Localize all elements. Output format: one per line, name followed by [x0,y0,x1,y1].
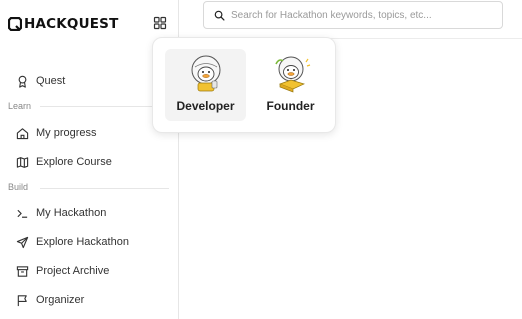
role-label: Developer [176,99,235,113]
role-option-founder[interactable]: Founder [250,49,331,121]
sidebar-item-organizer[interactable]: Organizer [16,289,84,311]
founder-duck-illustration [275,56,311,93]
home-icon [16,127,29,139]
flag-icon [17,294,27,306]
section-divider [40,188,169,189]
developer-duck-illustration [191,55,221,92]
sidebar-item-quest[interactable]: Quest [16,70,65,92]
sidebar-item-my-hackathon[interactable]: My Hackathon [16,202,106,224]
app-switcher-grid-icon[interactable] [153,16,167,30]
hackquest-logo-icon [8,17,22,31]
section-label-learn: Learn [8,101,32,111]
sidebar-item-label: Project Archive [36,265,110,277]
award-icon [18,75,27,88]
section-divider [40,106,169,107]
sidebar-item-my-progress[interactable]: My progress [16,122,97,144]
sidebar-item-label: Explore Hackathon [36,236,129,248]
role-label: Founder [266,99,315,113]
sidebar-item-project-archive[interactable]: Project Archive [16,260,109,282]
search-bar[interactable] [203,1,503,29]
sidebar-item-explore-hackathon[interactable]: Explore Hackathon [16,231,129,253]
archive-icon [16,265,29,277]
role-option-developer[interactable]: Developer [165,49,246,121]
section-label-build: Build [8,182,29,192]
search-icon [214,10,225,21]
sidebar-item-label: Explore Course [36,156,112,168]
sidebar-item-label: My Hackathon [36,207,107,219]
send-icon [16,236,29,248]
brand-logo[interactable]: HACKQUEST [8,15,119,33]
sidebar-item-label: Organizer [36,294,85,306]
map-icon [16,156,29,168]
sidebar-item-label: Quest [36,75,66,87]
terminal-icon [17,209,28,218]
brand-name: HACKQUEST [24,16,119,32]
sidebar-item-explore-course[interactable]: Explore Course [16,151,112,173]
sidebar-item-label: My progress [36,127,97,139]
search-input[interactable] [231,9,481,21]
role-switcher-popover: Developer Founder [152,37,336,133]
